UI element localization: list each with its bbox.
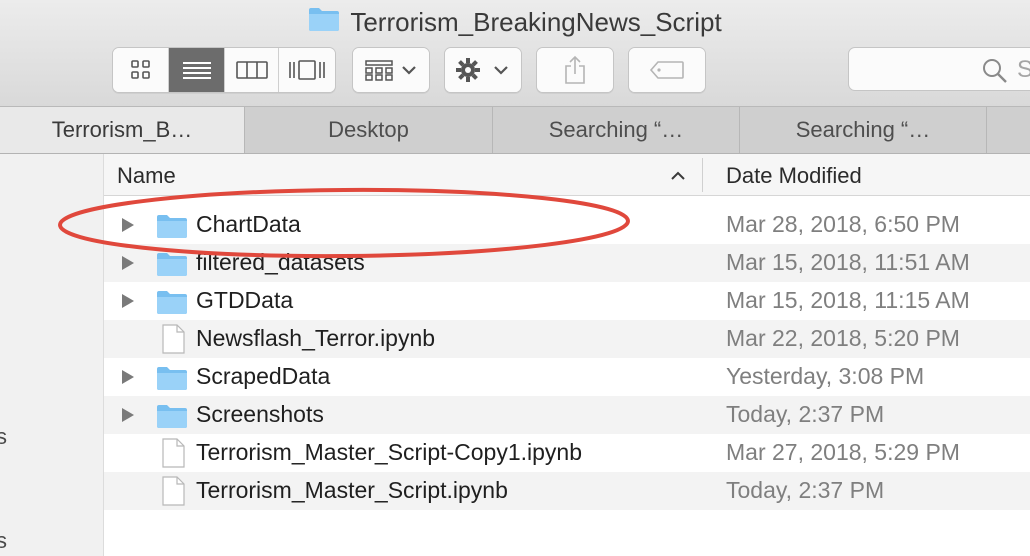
folder-icon <box>308 6 340 39</box>
tag-icon <box>649 61 684 79</box>
folder-icon <box>156 403 188 434</box>
tab-label: Terrorism_B… <box>51 117 193 142</box>
list-item-empty <box>104 510 1030 548</box>
list-item[interactable]: ChartData Mar 28, 2018, 6:50 PM <box>104 206 1030 244</box>
tab-searching-2[interactable]: Searching “… <box>740 107 987 153</box>
folder-icon <box>156 251 188 282</box>
columns-icon <box>235 61 268 79</box>
document-icon <box>161 438 185 473</box>
sidebar-item-label[interactable]: s <box>0 528 7 554</box>
column-view-button[interactable] <box>225 48 279 92</box>
window-title-area: Terrorism_BreakingNews_Script <box>0 6 1030 39</box>
list-item[interactable]: Terrorism_Master_Script.ipynb Today, 2:3… <box>104 472 1030 510</box>
arrange-button[interactable] <box>353 48 429 92</box>
tab-label: Searching “… <box>548 117 684 142</box>
list-item[interactable]: ScrapedData Yesterday, 3:08 PM <box>104 358 1030 396</box>
list-icon <box>182 62 211 79</box>
arrange-icon <box>365 60 416 81</box>
window-title: Terrorism_BreakingNews_Script <box>350 7 722 37</box>
grid-icon <box>130 60 150 79</box>
view-mode-group <box>112 47 336 93</box>
document-icon <box>161 324 185 359</box>
disclosure-triangle-icon[interactable] <box>121 293 135 314</box>
cover-flow-icon <box>289 60 325 80</box>
sidebar: s s <box>0 154 104 556</box>
disclosure-triangle-icon[interactable] <box>121 407 135 428</box>
folder-icon <box>156 365 188 396</box>
file-date: Mar 22, 2018, 5:20 PM <box>726 325 960 351</box>
edit-tags-button[interactable] <box>629 48 705 92</box>
window-toolbar: Terrorism_BreakingNews_Script S <box>0 0 1030 107</box>
name-column-header[interactable]: Name <box>117 163 176 189</box>
tab-label: Searching “… <box>795 117 931 142</box>
tab-label: Desktop <box>328 117 409 142</box>
tab-overflow[interactable] <box>987 107 1030 153</box>
file-date: Today, 2:37 PM <box>726 477 885 503</box>
file-date: Mar 28, 2018, 6:50 PM <box>726 211 960 237</box>
file-date: Today, 2:37 PM <box>726 401 885 427</box>
file-date: Mar 15, 2018, 11:15 AM <box>726 287 970 313</box>
sidebar-item-label[interactable]: s <box>0 424 7 450</box>
document-icon <box>161 476 185 511</box>
disclosure-triangle-icon[interactable] <box>121 255 135 276</box>
list-item[interactable]: Screenshots Today, 2:37 PM <box>104 396 1030 434</box>
tags-group <box>628 47 706 93</box>
search-icon <box>981 57 1009 90</box>
column-divider[interactable] <box>702 158 703 192</box>
chevron-up-icon[interactable] <box>670 168 686 186</box>
list-item[interactable]: Newsflash_Terror.ipynb Mar 22, 2018, 5:2… <box>104 320 1030 358</box>
gallery-view-button[interactable] <box>279 48 335 92</box>
action-dropdown[interactable] <box>444 47 522 93</box>
file-date: Mar 27, 2018, 5:29 PM <box>726 439 960 465</box>
tab-desktop[interactable]: Desktop <box>245 107 493 153</box>
file-date: Yesterday, 3:08 PM <box>726 363 925 389</box>
file-name: GTDData <box>196 287 294 313</box>
tab-terrorism[interactable]: Terrorism_B… <box>0 107 245 153</box>
file-name: filtered_datasets <box>196 249 365 275</box>
list-item[interactable]: filtered_datasets Mar 15, 2018, 11:51 AM <box>104 244 1030 282</box>
disclosure-triangle-icon[interactable] <box>121 217 135 238</box>
list-item[interactable]: Terrorism_Master_Script-Copy1.ipynb Mar … <box>104 434 1030 472</box>
disclosure-triangle-icon[interactable] <box>121 369 135 390</box>
folder-icon <box>156 213 188 244</box>
gear-icon <box>456 58 508 82</box>
file-list: ChartData Mar 28, 2018, 6:50 PM filtered… <box>104 206 1030 548</box>
file-name: ScrapedData <box>196 363 331 389</box>
file-name: Newsflash_Terror.ipynb <box>196 325 436 351</box>
search-placeholder: S <box>1017 56 1030 83</box>
search-field[interactable]: S <box>848 47 1030 91</box>
list-header: Name Date Modified <box>104 154 1030 196</box>
folder-icon <box>156 289 188 320</box>
share-button[interactable] <box>537 48 613 92</box>
file-name: Terrorism_Master_Script.ipynb <box>196 477 508 503</box>
file-name: ChartData <box>196 211 301 237</box>
list-item[interactable]: GTDData Mar 15, 2018, 11:15 AM <box>104 282 1030 320</box>
file-date: Mar 15, 2018, 11:51 AM <box>726 249 970 275</box>
tab-bar: Terrorism_B… Desktop Searching “… Search… <box>0 107 1030 154</box>
action-button[interactable] <box>445 48 521 92</box>
file-name: Screenshots <box>196 401 324 427</box>
arrange-dropdown[interactable] <box>352 47 430 93</box>
list-view-button[interactable] <box>169 48 225 92</box>
date-modified-column-header[interactable]: Date Modified <box>726 163 862 189</box>
file-name: Terrorism_Master_Script-Copy1.ipynb <box>196 439 583 465</box>
share-icon <box>565 55 585 84</box>
share-group <box>536 47 614 93</box>
tab-searching-1[interactable]: Searching “… <box>493 107 740 153</box>
icon-view-button[interactable] <box>113 48 169 92</box>
